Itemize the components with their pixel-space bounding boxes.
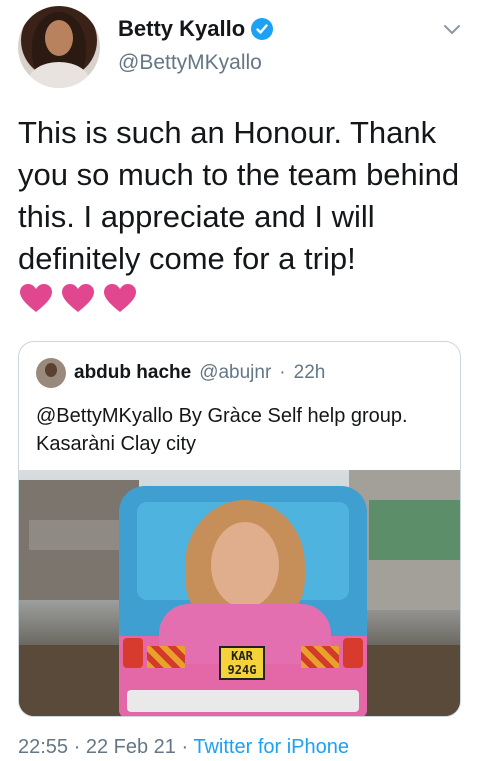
plate-line2: 924G — [227, 663, 257, 677]
chevron-down-icon[interactable] — [442, 20, 462, 40]
pink-heart-icon — [104, 284, 136, 312]
reflector-stripe-left — [147, 646, 185, 668]
verified-badge-icon — [251, 18, 274, 40]
building-balcony — [29, 520, 119, 550]
author-display-name[interactable]: Betty Kyallo — [118, 16, 274, 42]
tweet-source-link[interactable]: Twitter for iPhone — [193, 736, 349, 758]
plate-line1: KAR — [231, 649, 253, 663]
pink-heart-icon — [62, 284, 94, 312]
author-avatar[interactable] — [18, 6, 100, 88]
mural-face — [211, 522, 279, 608]
avatar-face — [45, 20, 73, 56]
author-display-name-text: Betty Kyallo — [118, 16, 246, 41]
quoted-tweet-header: abdub hache @abujnr · 22h — [36, 358, 325, 388]
tweet-meta: 22:55 · 22 Feb 21 · Twitter for iPhone — [18, 736, 349, 759]
quoted-tweet-text: @BettyMKyallo By Gràce Self help group. … — [36, 405, 408, 455]
quoted-author-avatar[interactable] — [36, 358, 66, 388]
quoted-author-handle[interactable]: @abujnr — [199, 362, 271, 384]
quoted-timestamp[interactable]: 22h — [294, 362, 326, 384]
quoted-tweet-photo[interactable]: KAR 924G — [19, 470, 460, 716]
author-handle[interactable]: @BettyMKyallo — [118, 51, 273, 75]
tweet-header: Betty Kyallo @BettyMKyallo — [18, 6, 468, 92]
tweet-date[interactable]: 22 Feb 21 — [86, 736, 176, 758]
reflector-stripe-right — [301, 646, 339, 668]
quoted-tweet[interactable]: abdub hache @abujnr · 22h @BettyMKyallo … — [18, 341, 461, 717]
tweet-text: This is such an Honour. Thank you so muc… — [18, 115, 460, 276]
tail-light-left — [123, 638, 143, 668]
tweet-time[interactable]: 22:55 — [18, 736, 68, 758]
heart-emojis — [18, 282, 138, 314]
quoted-author-name[interactable]: abdub hache — [74, 362, 191, 384]
meta-separator: · — [181, 736, 189, 758]
van-bumper — [127, 690, 359, 712]
meta-separator: · — [73, 736, 81, 758]
author-names: Betty Kyallo @BettyMKyallo — [118, 16, 274, 75]
matatu-van: KAR 924G — [119, 486, 367, 716]
shop-front — [369, 500, 460, 560]
license-plate: KAR 924G — [219, 646, 265, 680]
pink-heart-icon — [20, 284, 52, 312]
tail-light-right — [343, 638, 363, 668]
quoted-separator: · — [279, 362, 286, 383]
